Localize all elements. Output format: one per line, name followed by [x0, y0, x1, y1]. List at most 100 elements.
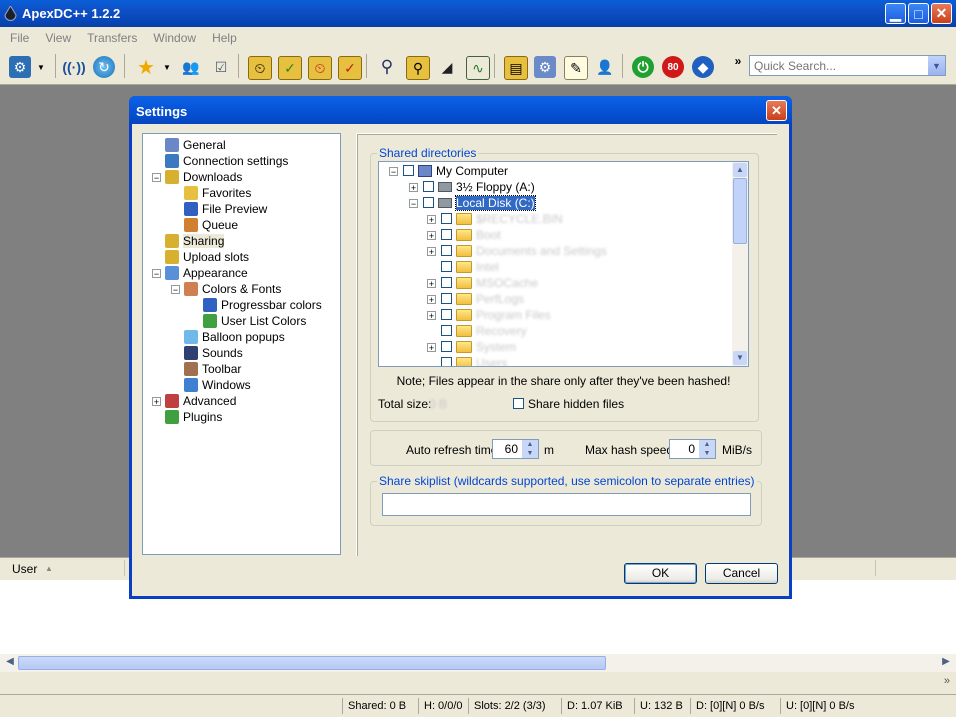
directory-checkbox[interactable]: [441, 229, 452, 240]
network-stats-icon[interactable]: ∿: [466, 56, 490, 80]
expand-icon[interactable]: +: [427, 215, 436, 225]
finished-uploads-icon[interactable]: ✓: [338, 56, 362, 80]
collapse-icon[interactable]: −: [171, 285, 180, 295]
directory-checkbox[interactable]: [441, 293, 452, 304]
notepad-icon[interactable]: ✎: [564, 56, 588, 80]
tree-item-connection-settings[interactable]: Connection settings: [165, 153, 288, 169]
recents-icon[interactable]: ☑: [210, 56, 232, 78]
close-icon[interactable]: ✕: [766, 100, 787, 121]
directory-checkbox[interactable]: [441, 357, 452, 366]
shared-directories-tree[interactable]: Users + System Recovery + Program Files + PerfL…: [378, 161, 749, 367]
users-icon[interactable]: 👤: [594, 56, 616, 78]
tree-item-colors-fonts[interactable]: Colors & Fonts: [184, 281, 281, 297]
scrollbar-thumb[interactable]: [18, 656, 606, 670]
close-icon[interactable]: ✕: [931, 3, 952, 24]
directory-checkbox[interactable]: [423, 181, 434, 192]
maximize-icon[interactable]: □: [908, 3, 929, 24]
directory-row[interactable]: Recovery: [441, 323, 527, 339]
scroll-right-icon[interactable]: ▶: [938, 656, 954, 670]
tree-item-general[interactable]: General: [165, 137, 226, 153]
directory-row[interactable]: System: [441, 339, 516, 355]
cancel-button[interactable]: Cancel: [705, 563, 778, 584]
tree-item-file-preview[interactable]: File Preview: [184, 201, 267, 217]
directory-row[interactable]: My Computer: [403, 163, 508, 179]
directory-checkbox[interactable]: [441, 261, 452, 272]
tree-item-downloads[interactable]: Downloads: [165, 169, 242, 185]
directory-checkbox[interactable]: [441, 325, 452, 336]
limiter-icon[interactable]: 80: [662, 56, 684, 78]
favorite-users-icon[interactable]: 👥: [180, 56, 202, 78]
finished-icon[interactable]: ✓: [278, 56, 302, 80]
collapse-icon[interactable]: −: [389, 167, 398, 177]
directory-checkbox[interactable]: [441, 245, 452, 256]
expand-icon[interactable]: +: [152, 397, 161, 407]
menu-help[interactable]: Help: [206, 31, 243, 45]
skiplist-input[interactable]: [382, 493, 751, 516]
chevron-right-icon[interactable]: »: [944, 675, 950, 687]
spin-up-icon[interactable]: ▲: [522, 440, 538, 449]
tree-item-balloon-popups[interactable]: Balloon popups: [184, 329, 285, 345]
reconnect-icon[interactable]: ((·)): [62, 56, 85, 78]
tree-item-sharing[interactable]: Sharing: [165, 233, 225, 249]
tree-item-appearance[interactable]: Appearance: [165, 265, 248, 281]
horizontal-scrollbar[interactable]: ◀ ▶: [0, 654, 956, 672]
directory-row[interactable]: Program Files: [441, 307, 551, 323]
expand-icon[interactable]: +: [409, 183, 418, 193]
directory-row[interactable]: Boot: [441, 227, 501, 243]
tree-item-upload-slots[interactable]: Upload slots: [165, 249, 249, 265]
tree-item-user-list-colors[interactable]: User List Colors: [203, 313, 306, 329]
scroll-down-icon[interactable]: ▼: [733, 351, 747, 365]
directory-checkbox[interactable]: [441, 277, 452, 288]
queue-icon[interactable]: ⏲: [248, 56, 272, 80]
collapse-icon[interactable]: −: [152, 269, 161, 279]
max-hash-stepper[interactable]: 0 ▲ ▼: [669, 439, 716, 459]
expand-icon[interactable]: +: [427, 247, 436, 257]
expand-icon[interactable]: +: [427, 295, 436, 305]
apexdc-icon[interactable]: ◆: [692, 56, 714, 78]
adl-search-icon[interactable]: ⚲: [406, 56, 430, 80]
tree-item-progressbar-colors[interactable]: Progressbar colors: [203, 297, 322, 313]
collapse-icon[interactable]: −: [409, 199, 418, 209]
tree-item-sounds[interactable]: Sounds: [184, 345, 243, 361]
expand-icon[interactable]: +: [427, 231, 436, 241]
directory-row[interactable]: MSOCache: [441, 275, 538, 291]
directory-row[interactable]: PerfLogs: [441, 291, 524, 307]
ok-button[interactable]: OK: [624, 563, 697, 584]
tree-item-plugins[interactable]: Plugins: [165, 409, 222, 425]
directory-checkbox[interactable]: [441, 341, 452, 352]
scrollbar-thumb[interactable]: [733, 178, 747, 244]
tree-item-queue[interactable]: Queue: [184, 217, 238, 233]
away-icon[interactable]: ⏻: [632, 56, 654, 78]
search-icon[interactable]: ⚲: [376, 56, 398, 78]
directory-row[interactable]: Intel: [441, 259, 499, 275]
chevron-down-icon[interactable]: ▼: [161, 56, 173, 78]
minimize-icon[interactable]: ▁: [885, 3, 906, 24]
directory-row[interactable]: Users: [441, 355, 507, 366]
quick-search[interactable]: ▼: [749, 55, 946, 76]
directory-checkbox[interactable]: [423, 197, 434, 208]
menu-window[interactable]: Window: [147, 31, 202, 45]
spin-up-icon[interactable]: ▲: [699, 440, 715, 449]
vertical-scrollbar[interactable]: ▲ ▼: [732, 162, 748, 366]
toolbar-overflow-icon[interactable]: »: [727, 50, 749, 72]
follow-redirect-icon[interactable]: ↻: [93, 56, 115, 78]
search-spy-icon[interactable]: ◢: [436, 56, 458, 78]
directory-row[interactable]: 3½ Floppy (A:): [423, 179, 535, 195]
directory-row[interactable]: Documents and Settings: [441, 243, 607, 259]
chevron-down-icon[interactable]: ▼: [35, 56, 47, 78]
menu-transfers[interactable]: Transfers: [81, 31, 143, 45]
directory-row[interactable]: Local Disk (C:): [423, 195, 536, 211]
expand-icon[interactable]: +: [427, 343, 436, 353]
menu-view[interactable]: View: [39, 31, 77, 45]
directory-checkbox[interactable]: [441, 309, 452, 320]
scroll-up-icon[interactable]: ▲: [733, 163, 747, 177]
settings-icon[interactable]: ⚙: [534, 56, 556, 78]
share-hidden-checkbox[interactable]: Share hidden files: [513, 397, 624, 411]
expand-icon[interactable]: +: [427, 279, 436, 289]
menu-file[interactable]: File: [4, 31, 35, 45]
open-filelist-icon[interactable]: ▤: [504, 56, 528, 80]
connect-icon[interactable]: ⚙: [9, 56, 31, 78]
spin-down-icon[interactable]: ▼: [699, 449, 715, 458]
tree-item-windows[interactable]: Windows: [184, 377, 251, 393]
favorites-icon[interactable]: ★: [135, 56, 157, 79]
